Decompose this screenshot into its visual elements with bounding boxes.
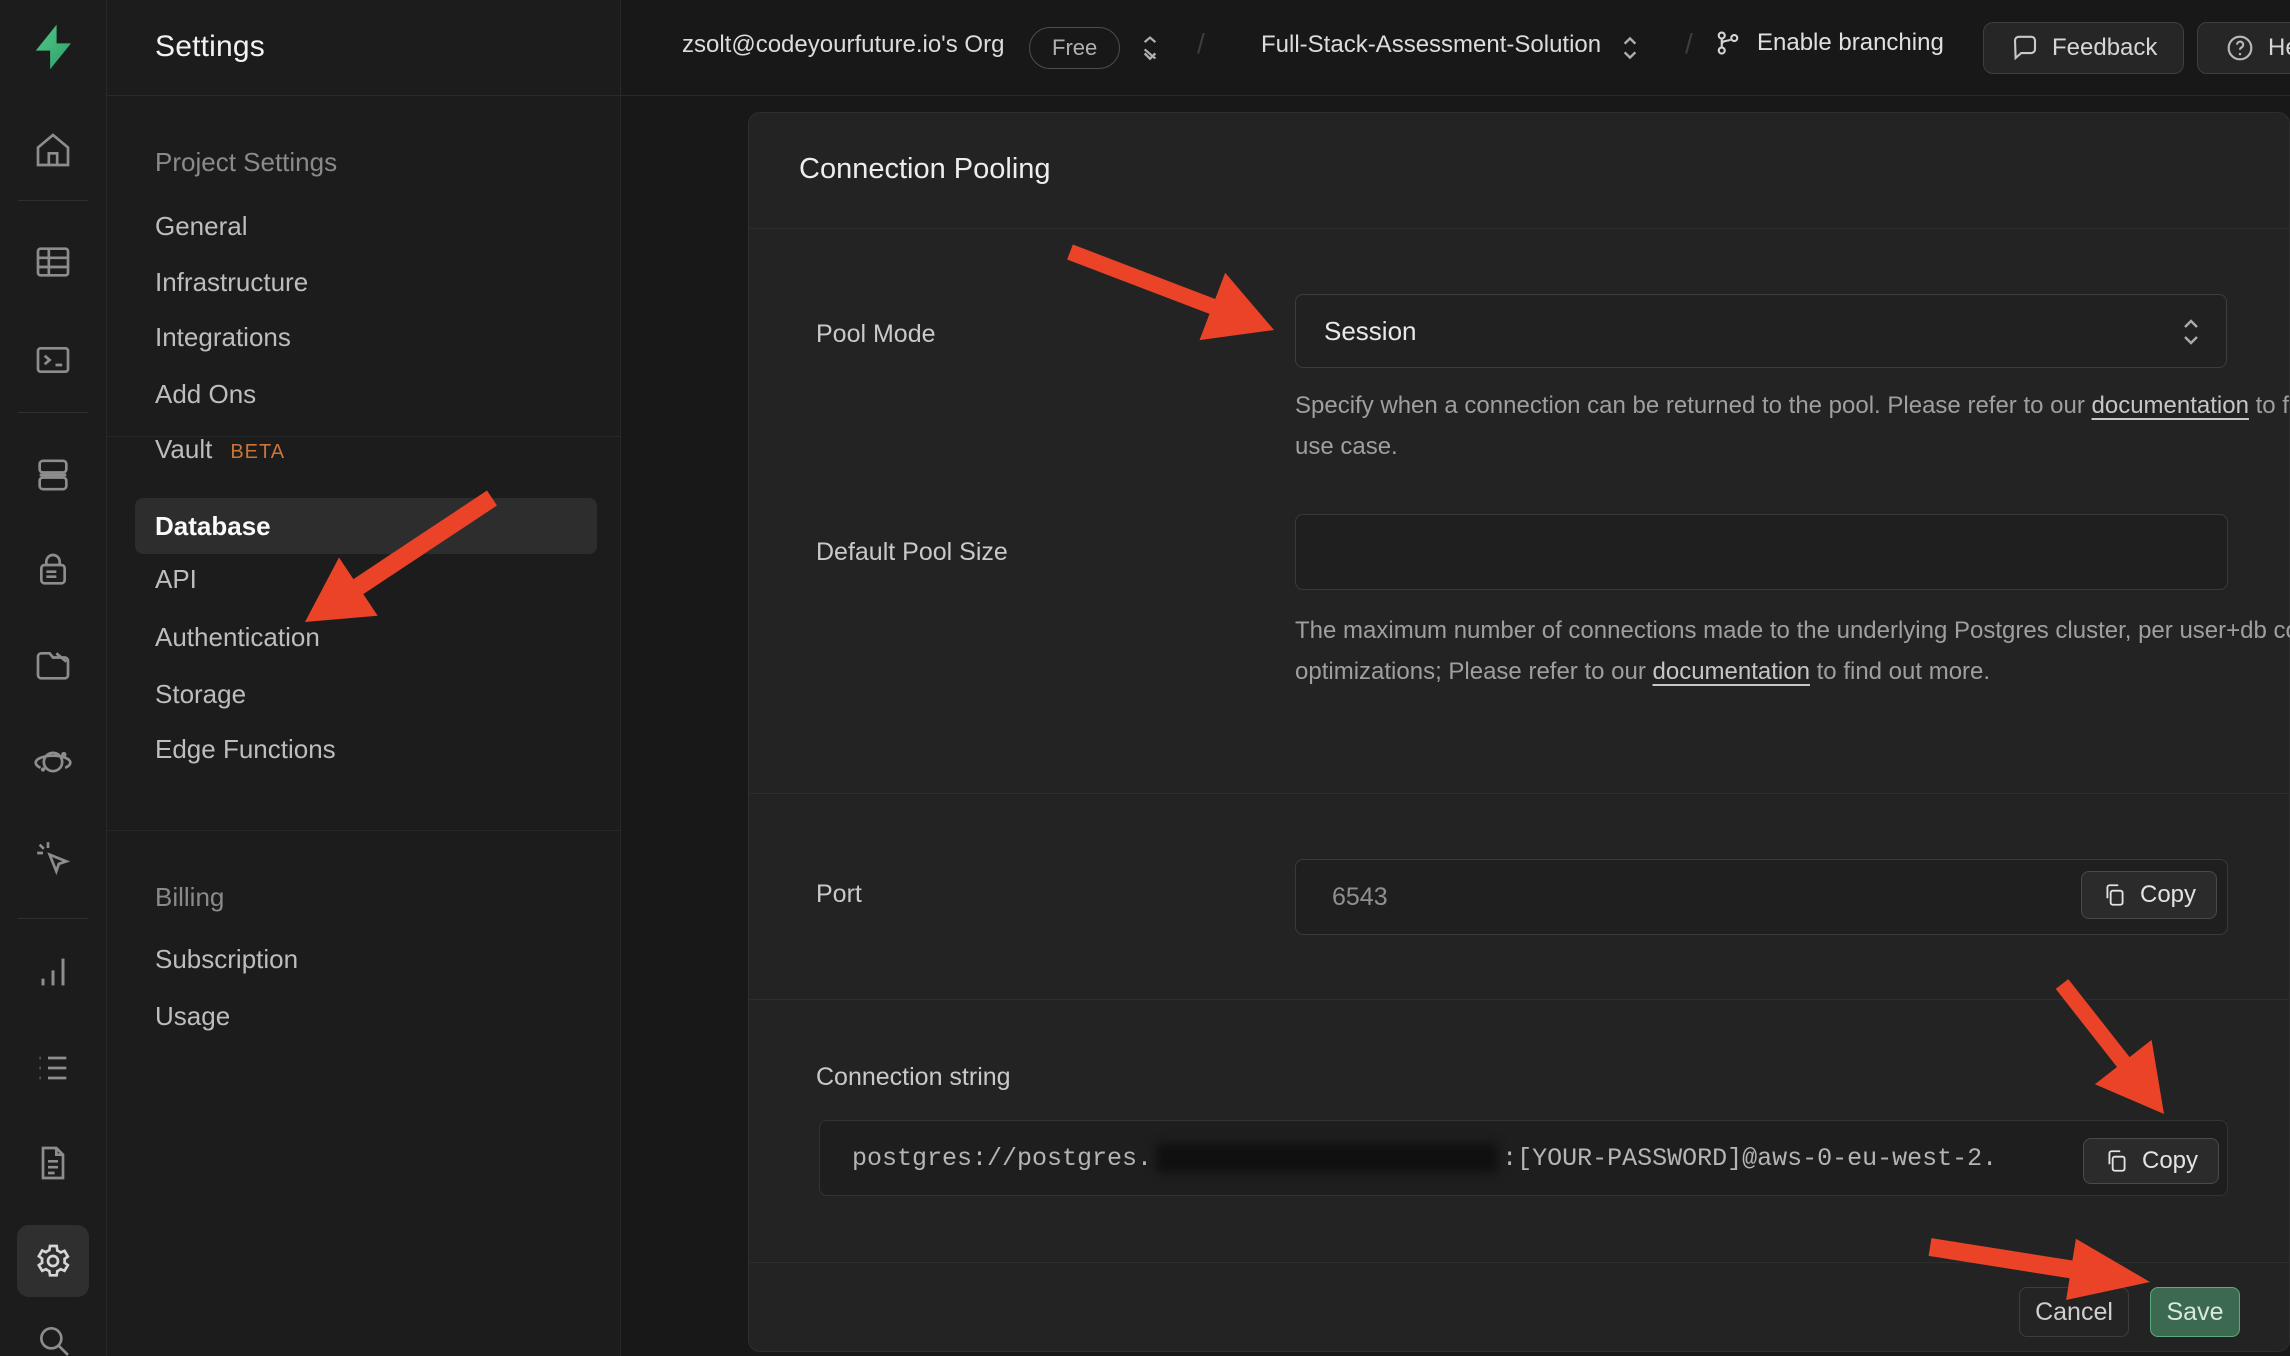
org-switcher-chevron-icon[interactable] — [1137, 33, 1163, 63]
git-branch-icon — [1713, 27, 1743, 59]
pool-mode-description: Specify when a connection can be returne… — [1295, 385, 2290, 467]
sidebar-item-authentication[interactable]: Authentication — [155, 622, 320, 653]
card-divider — [749, 793, 2289, 794]
connection-string-prefix: postgres://postgres. — [852, 1144, 1152, 1173]
connection-string-copy-button[interactable]: Copy — [2083, 1138, 2219, 1184]
header-border — [107, 95, 2290, 96]
docs-file-icon[interactable] — [17, 1127, 89, 1199]
feedback-button[interactable]: Feedback — [1983, 22, 2184, 74]
save-button[interactable]: Save — [2150, 1287, 2240, 1337]
sidebar-item-storage[interactable]: Storage — [155, 679, 246, 710]
org-breadcrumb[interactable]: zsolt@codeyourfuture.io's Org — [682, 31, 1004, 59]
home-icon[interactable] — [17, 114, 89, 186]
page-title: Settings — [155, 30, 265, 64]
enable-branching-label: Enable branching — [1757, 29, 1944, 57]
auth-lock-icon[interactable] — [17, 534, 89, 606]
connection-string-field[interactable]: postgres://postgres. :[YOUR-PASSWORD]@aws… — [819, 1120, 2228, 1196]
desc-text: to find out more. — [1810, 658, 1990, 685]
project-breadcrumb[interactable]: Full-Stack-Assessment-Solution — [1261, 31, 1601, 59]
sidebar-item-api[interactable]: API — [155, 564, 197, 595]
sidebar-item-addons[interactable]: Add Ons — [155, 379, 256, 410]
connection-string-label: Connection string — [816, 1063, 1011, 1092]
sidenav-header-billing: Billing — [155, 882, 224, 913]
desc-text: Specify when a connection can be returne… — [1295, 392, 2092, 419]
reports-chart-icon[interactable] — [17, 936, 89, 1008]
rail-divider — [18, 200, 88, 201]
connection-string-suffix: :[YOUR-PASSWORD]@aws-0-eu-west-2. — [1502, 1144, 1997, 1173]
help-question-icon — [2224, 32, 2256, 64]
sidenav-header-project-settings: Project Settings — [155, 147, 337, 178]
feedback-label: Feedback — [2052, 34, 2157, 62]
default-pool-size-label: Default Pool Size — [816, 538, 1008, 567]
table-editor-icon[interactable] — [17, 226, 89, 298]
cancel-button[interactable]: Cancel — [2019, 1287, 2129, 1337]
sidebar-item-usage[interactable]: Usage — [155, 1001, 230, 1032]
search-icon[interactable] — [17, 1304, 89, 1356]
section-title: Connection Pooling — [799, 153, 1051, 186]
settings-sidenav: Settings Project Settings General Infras… — [107, 0, 621, 1356]
sidebar-item-edge-functions[interactable]: Edge Functions — [155, 734, 336, 765]
sidebar-item-vault[interactable]: Vault BETA — [155, 434, 285, 465]
feedback-bubble-icon — [2010, 33, 2040, 63]
sidebar-item-general[interactable]: General — [155, 211, 248, 242]
realtime-orbit-icon[interactable] — [17, 726, 89, 798]
pool-mode-select[interactable]: Session — [1295, 294, 2227, 368]
port-label: Port — [816, 880, 862, 909]
help-button[interactable]: Help — [2197, 22, 2290, 74]
sidebar-item-subscription[interactable]: Subscription — [155, 944, 298, 975]
port-copy-button[interactable]: Copy — [2081, 871, 2217, 919]
documentation-link[interactable]: documentation — [1653, 658, 1810, 685]
card-divider — [749, 999, 2289, 1000]
copy-icon — [2102, 882, 2128, 908]
supabase-logo-glyph — [30, 23, 76, 71]
select-chevron-icon — [2180, 315, 2202, 349]
supabase-logo[interactable] — [24, 18, 82, 76]
sidenav-divider — [107, 436, 621, 437]
enable-branching-button[interactable]: Enable branching — [1713, 27, 1944, 59]
sidebar-item-integrations[interactable]: Integrations — [155, 322, 291, 353]
database-label: Database — [155, 511, 271, 542]
advisors-cursor-icon[interactable] — [17, 822, 89, 894]
sidebar-item-infrastructure[interactable]: Infrastructure — [155, 267, 308, 298]
project-switcher-chevron-icon[interactable] — [1617, 33, 1643, 63]
plan-badge[interactable]: Free — [1029, 27, 1120, 69]
supabase-settings-page: Settings Project Settings General Infras… — [0, 0, 2290, 1356]
logs-list-icon[interactable] — [17, 1032, 89, 1104]
redacted-project-ref — [1156, 1143, 1498, 1173]
sql-editor-icon[interactable] — [17, 324, 89, 396]
sidenav-divider — [107, 830, 621, 831]
rail-divider — [18, 918, 88, 919]
beta-badge: BETA — [230, 441, 285, 463]
connection-pooling-card: Connection Pooling Pool Mode Session Spe… — [748, 112, 2290, 1352]
help-label: Help — [2268, 34, 2290, 62]
storage-folder-icon[interactable] — [17, 629, 89, 701]
pool-mode-value: Session — [1324, 316, 1417, 347]
footer-divider — [749, 1262, 2289, 1263]
icon-rail — [0, 0, 107, 1356]
copy-icon — [2104, 1148, 2130, 1174]
pool-mode-label: Pool Mode — [816, 320, 936, 349]
vault-label: Vault — [155, 434, 212, 464]
copy-label: Copy — [2142, 1147, 2198, 1175]
database-icon[interactable] — [17, 439, 89, 511]
settings-gear-icon[interactable] — [17, 1225, 89, 1297]
sidebar-item-database[interactable]: Database — [135, 498, 597, 554]
default-pool-size-description: The maximum number of connections made t… — [1295, 610, 2290, 692]
breadcrumb-slash: / — [1685, 28, 1693, 60]
copy-label: Copy — [2140, 881, 2196, 909]
breadcrumb-slash: / — [1197, 28, 1205, 60]
default-pool-size-input[interactable] — [1295, 514, 2228, 590]
card-divider — [749, 228, 2289, 229]
documentation-link[interactable]: documentation — [2092, 392, 2249, 419]
rail-divider — [18, 412, 88, 413]
